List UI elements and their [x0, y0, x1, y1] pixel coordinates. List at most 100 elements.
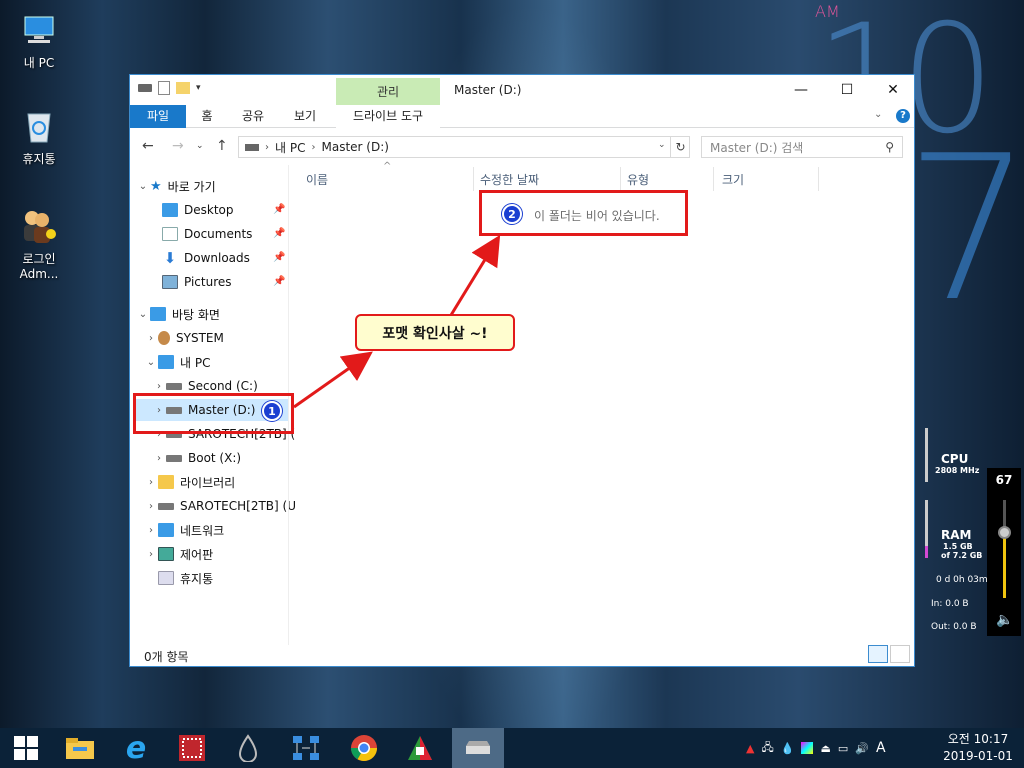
- minimize-button[interactable]: —: [778, 75, 824, 105]
- back-button[interactable]: ←: [142, 138, 154, 154]
- tray-up-arrow-icon[interactable]: ▲: [746, 742, 754, 755]
- nav-label: 제어판: [180, 547, 214, 562]
- taskbar-internet-explorer[interactable]: e: [110, 728, 162, 768]
- tab-drive-tools[interactable]: 드라이브 도구: [336, 105, 440, 128]
- address-dropdown-icon[interactable]: ⌄: [658, 140, 666, 150]
- column-divider[interactable]: [713, 167, 714, 191]
- column-divider[interactable]: [620, 167, 621, 191]
- maximize-button[interactable]: ☐: [824, 75, 870, 105]
- column-divider[interactable]: [473, 167, 474, 191]
- taskbar-clock[interactable]: 오전 10:17 2019-01-01: [938, 731, 1018, 765]
- nav-pinned-downloads[interactable]: ⬇ Downloads: [162, 247, 250, 269]
- documents-icon: [162, 227, 178, 241]
- customize-qat-icon[interactable]: ▾: [196, 83, 201, 93]
- help-icon[interactable]: ?: [896, 109, 910, 123]
- tab-manage[interactable]: 관리: [336, 83, 440, 100]
- nav-sarotech-usb[interactable]: › SAROTECH[2TB] (U: [144, 495, 296, 517]
- nav-pinned-desktop[interactable]: Desktop: [162, 199, 234, 221]
- taskbar-chrome[interactable]: [338, 728, 390, 768]
- nav-system[interactable]: › SYSTEM: [144, 327, 224, 349]
- nav-desktop-root[interactable]: ⌄ 바탕 화면: [136, 303, 220, 325]
- nav-recycle-bin[interactable]: 휴지통: [158, 567, 213, 589]
- taskbar-water-drop[interactable]: [222, 728, 274, 768]
- large-icons-view-button[interactable]: [890, 645, 910, 663]
- nav-label: 내 PC: [180, 355, 211, 370]
- close-button[interactable]: ✕: [870, 75, 916, 105]
- taskbar-drive-active[interactable]: [452, 728, 504, 768]
- up-button[interactable]: ↑: [216, 138, 228, 154]
- taskbar-network-tool[interactable]: [280, 728, 332, 768]
- tab-share[interactable]: 공유: [236, 105, 270, 128]
- desktop-icon-login-admin[interactable]: 로그인Adm...: [4, 206, 74, 281]
- start-button[interactable]: [0, 728, 52, 768]
- tab-view[interactable]: 보기: [288, 105, 322, 128]
- drop-icon[interactable]: 💧: [781, 742, 795, 755]
- chevron-right-icon[interactable]: ›: [144, 501, 158, 512]
- column-header-type[interactable]: 유형: [627, 167, 649, 191]
- tab-home[interactable]: 홈: [192, 105, 222, 128]
- pin-icon[interactable]: 📌: [273, 276, 285, 287]
- battery-icon[interactable]: ▭: [838, 742, 848, 755]
- column-header-date[interactable]: 수정한 날짜: [480, 167, 539, 191]
- water-drop-icon: [238, 734, 258, 762]
- nav-libraries[interactable]: › 라이브러리: [144, 471, 235, 493]
- chevron-right-icon[interactable]: ›: [265, 142, 269, 153]
- recent-locations-icon[interactable]: ⌄: [196, 141, 204, 151]
- column-header-name[interactable]: 이름: [306, 167, 328, 191]
- nav-pinned-documents[interactable]: Documents: [162, 223, 252, 245]
- chevron-right-icon[interactable]: ›: [144, 477, 158, 488]
- tab-file[interactable]: 파일: [130, 105, 186, 128]
- new-folder-icon[interactable]: [176, 82, 190, 94]
- desktop-icon-recycle-bin[interactable]: 휴지통: [4, 106, 74, 167]
- drive-icon: [166, 454, 182, 462]
- control-panel-icon: [158, 547, 174, 561]
- nav-network[interactable]: › 네트워크: [144, 519, 224, 541]
- nav-control-panel[interactable]: › 제어판: [144, 543, 213, 565]
- nav-label: 라이브러리: [180, 475, 236, 490]
- pin-icon[interactable]: 📌: [273, 204, 285, 215]
- pin-icon[interactable]: 📌: [273, 252, 285, 263]
- details-view-button[interactable]: [868, 645, 888, 663]
- nav-drive-x[interactable]: › Boot (X:): [152, 447, 241, 469]
- ime-indicator[interactable]: A: [876, 740, 886, 756]
- nav-label: 바탕 화면: [172, 307, 220, 322]
- chevron-down-icon[interactable]: ⌄: [136, 181, 150, 192]
- chevron-right-icon[interactable]: ›: [144, 525, 158, 536]
- desktop-icon-label: 휴지통: [22, 152, 56, 166]
- sort-arrow-icon: ^: [383, 161, 392, 172]
- chevron-down-icon[interactable]: ⌄: [144, 357, 158, 368]
- column-divider[interactable]: [818, 167, 819, 191]
- nav-pinned-pictures[interactable]: Pictures: [162, 271, 232, 293]
- nav-quick-access[interactable]: ⌄ ★ 바로 가기: [136, 175, 216, 197]
- pin-icon[interactable]: 📌: [273, 228, 285, 239]
- color-picker-icon[interactable]: [801, 742, 814, 754]
- speaker-icon[interactable]: 🔈: [996, 612, 1013, 628]
- column-header-size[interactable]: 크기: [722, 167, 744, 191]
- taskbar-partition-tool[interactable]: [394, 728, 446, 768]
- breadcrumb-master-d[interactable]: Master (D:): [321, 140, 388, 154]
- chevron-right-icon[interactable]: ›: [152, 453, 166, 464]
- chevron-down-icon[interactable]: ⌄: [136, 309, 150, 320]
- volume-icon[interactable]: 🔊: [855, 742, 869, 755]
- ribbon-tabs: 파일 홈 공유 보기 드라이브 도구 ⌄ ?: [130, 105, 914, 128]
- address-bar[interactable]: › 내 PC › Master (D:): [238, 136, 690, 158]
- volume-thumb[interactable]: [998, 526, 1011, 539]
- chevron-right-icon[interactable]: ›: [144, 549, 158, 560]
- taskbar-app-grid[interactable]: [166, 728, 218, 768]
- nav-label: Documents: [184, 227, 253, 241]
- chevron-right-icon[interactable]: ›: [152, 381, 166, 392]
- nav-this-pc[interactable]: ⌄ 내 PC: [144, 351, 210, 373]
- search-input[interactable]: Master (D:) 검색 ⚲: [701, 136, 903, 158]
- chevron-right-icon[interactable]: ›: [144, 333, 158, 344]
- properties-icon[interactable]: [158, 81, 170, 95]
- desktop-icon-this-pc[interactable]: 내 PC: [4, 10, 74, 71]
- forward-button[interactable]: →: [172, 138, 184, 154]
- expand-ribbon-icon[interactable]: ⌄: [874, 109, 882, 120]
- taskbar-file-explorer[interactable]: [54, 728, 106, 768]
- refresh-button[interactable]: ↻: [670, 136, 690, 158]
- usb-icon[interactable]: ⏏: [820, 742, 830, 755]
- network-monitor-icon[interactable]: 🖧: [761, 739, 773, 758]
- internet-explorer-icon: e: [125, 730, 147, 766]
- breadcrumb-this-pc[interactable]: 내 PC: [275, 139, 305, 156]
- chevron-right-icon[interactable]: ›: [311, 142, 315, 153]
